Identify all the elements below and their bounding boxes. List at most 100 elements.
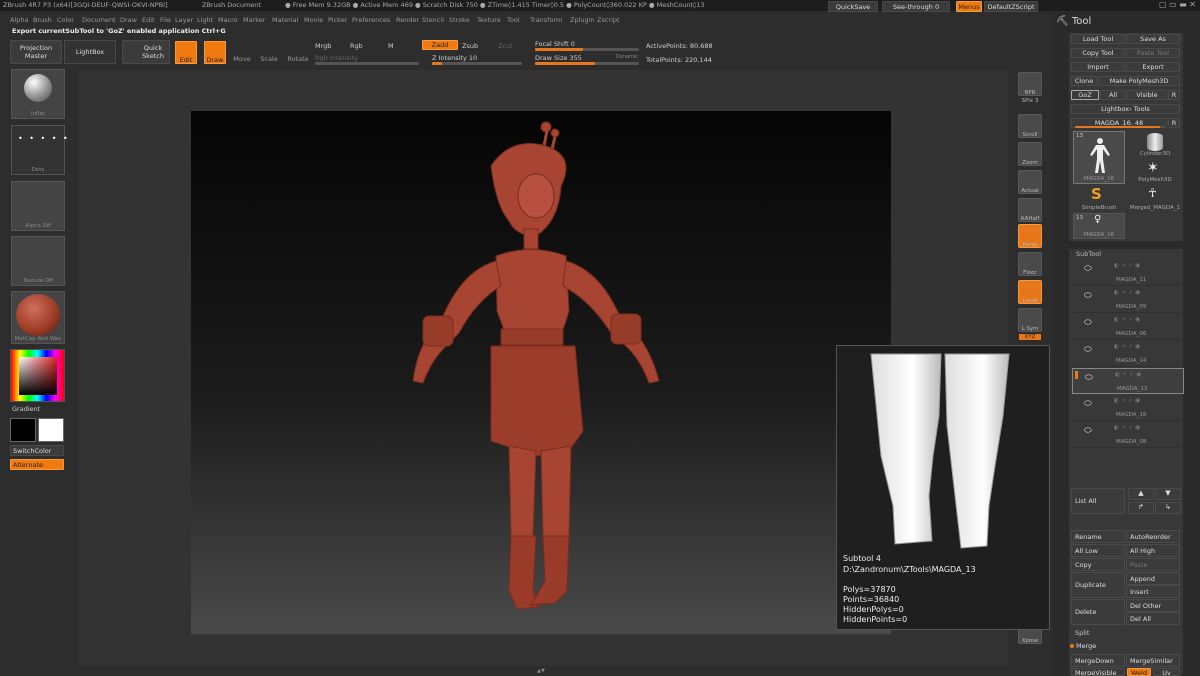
color-square[interactable] [19,357,57,395]
duplicate-button[interactable]: Duplicate [1071,572,1125,598]
insert-button[interactable]: Insert [1126,585,1180,598]
subtool-scroll-area[interactable] [1072,258,1184,478]
color-picker[interactable] [10,349,65,402]
stroke-slot[interactable]: • • • • • Dots [11,125,68,175]
menu-stroke[interactable]: Stroke [449,16,470,24]
move-bottom-icon[interactable]: ↳ [1155,502,1181,514]
primary-color-swatch[interactable] [10,418,36,442]
uv-toggle[interactable]: Uv [1153,668,1180,676]
move-button[interactable]: Move [231,41,253,64]
mergedown-button[interactable]: MergeDown [1071,654,1125,667]
goz-button[interactable]: GoZ [1071,90,1099,100]
secondary-color-swatch[interactable] [38,418,64,442]
menu-material[interactable]: Material [272,16,298,24]
alternate-button[interactable]: Alternate [10,459,64,470]
m-toggle[interactable]: M [388,42,394,50]
menu-texture[interactable]: Texture [477,16,501,24]
gradient-label[interactable]: Gradient [12,405,40,413]
menu-render[interactable]: Render [396,16,419,24]
tool-palette-header[interactable]: ⛏ Tool [1056,16,1091,27]
goz-r-button[interactable]: R [1168,90,1180,100]
split-header[interactable]: Split [1075,629,1089,637]
menu-file[interactable]: File [160,16,171,24]
goz-visible-button[interactable]: Visible [1127,90,1167,100]
rgb-toggle[interactable]: Rgb [350,42,363,50]
spix-label[interactable]: SPix 3 [1012,98,1048,104]
current-tool-r-button[interactable]: R [1168,118,1180,128]
move-top-icon[interactable]: ↱ [1128,502,1154,514]
all-low-button[interactable]: All Low [1071,544,1125,557]
document-viewport[interactable] [191,111,891,634]
tool-thumb-magda16-small[interactable]: 13 ♀ MAGDA_16 [1073,213,1125,239]
zadd-toggle[interactable]: Zadd [422,40,458,50]
draw-button[interactable]: Draw [204,41,226,64]
zcut-toggle[interactable]: Zcut [498,42,513,50]
mergesimilar-button[interactable]: MergeSimilar [1126,654,1180,667]
menu-draw[interactable]: Draw [120,16,137,24]
merge-header[interactable]: Merge [1076,642,1096,650]
quicksave-button[interactable]: QuickSave [828,1,878,12]
rotate-button[interactable]: Rotate [286,41,310,64]
autoreorder-button[interactable]: AutoReorder [1126,530,1180,543]
z-intensity-slider[interactable]: Z Intensity 10 [432,54,477,62]
focal-shift-track[interactable] [535,48,639,51]
alpha-slot[interactable]: Alpha Off [11,181,65,231]
dynamic-toggle[interactable]: Dynamic [616,54,638,60]
menu-brush[interactable]: Brush [33,16,52,24]
focal-shift-slider[interactable]: Focal Shift 0 [535,40,575,48]
rgb-intensity-track[interactable] [315,62,419,65]
edit-button[interactable]: Edit [175,41,197,64]
make-polymesh-button[interactable]: Make PolyMesh3D [1098,76,1180,86]
del-all-button[interactable]: Del All [1126,612,1180,625]
paste-button[interactable]: Paste [1126,558,1180,571]
menu-macro[interactable]: Macro [218,16,238,24]
menu-tool[interactable]: Tool [507,16,520,24]
tool-thumb-cylinder[interactable]: Cylinder3D [1128,131,1182,161]
mergevisible-button[interactable]: MergeVisible [1071,668,1125,676]
goz-all-button[interactable]: All [1100,90,1126,100]
load-tool-button[interactable]: Load Tool [1071,34,1125,44]
subtool-header[interactable]: SubTool [1076,250,1101,258]
menus-button[interactable]: Menus [956,1,982,12]
draw-size-slider[interactable]: Draw Size 355 [535,54,582,62]
brush-slot[interactable]: Inflat [11,69,65,119]
rgb-intensity-slider[interactable]: Rgb Intensity [315,54,358,62]
quick-sketch-button[interactable]: Quick Sketch [122,40,170,64]
menu-layer[interactable]: Layer [175,16,193,24]
tool-thumb-magda16[interactable]: 13 MAGDA_16 [1073,131,1125,184]
lightbox-button[interactable]: LightBox [64,40,116,64]
del-other-button[interactable]: Del Other [1126,599,1180,612]
menu-edit[interactable]: Edit [142,16,155,24]
save-as-button[interactable]: Save As [1126,34,1180,44]
subtool-scroll-marker[interactable] [1075,371,1078,379]
zsub-toggle[interactable]: Zsub [462,42,478,50]
move-up-icon[interactable]: ▲ [1128,488,1154,500]
canvas-scroll-arrows[interactable]: ▲▼ [533,668,549,674]
list-all-button[interactable]: List All [1071,488,1125,514]
tool-thumb-simplebrush[interactable]: S SimpleBrush [1073,185,1125,212]
menu-zplugin[interactable]: Zplugin [570,16,595,24]
see-through-slider[interactable]: See-through 0 [882,1,950,12]
xyz-label[interactable]: XYZ [1019,334,1041,340]
material-slot[interactable]: MatCap Red Wax [11,291,65,344]
append-button[interactable]: Append [1126,572,1180,585]
window-controls[interactable]: ▢ ▭ ▬ ✕ [1046,0,1196,12]
paste-tool-button[interactable]: Paste Tool [1126,48,1180,58]
tool-thumb-merged[interactable]: ☥ Merged_MAGDA_1 [1126,186,1184,212]
rename-button[interactable]: Rename [1071,530,1125,543]
export-button[interactable]: Export [1126,62,1180,72]
current-tool-track[interactable] [1075,126,1165,128]
draw-size-track[interactable] [535,62,639,65]
default-zscript-button[interactable]: DefaultZScript [984,1,1038,12]
clone-button[interactable]: Clone [1071,76,1097,86]
menu-transform[interactable]: Transform [530,16,562,24]
menu-stencil[interactable]: Stencil [422,16,444,24]
scale-button[interactable]: Scale [258,41,280,64]
texture-slot[interactable]: Texture Off [11,236,65,286]
menu-picker[interactable]: Picker [328,16,347,24]
menu-color[interactable]: Color [57,16,74,24]
menu-light[interactable]: Light [197,16,213,24]
menu-zscript[interactable]: Zscript [597,16,620,24]
copy-tool-button[interactable]: Copy Tool [1071,48,1125,58]
weld-toggle[interactable]: Weld [1127,668,1151,676]
